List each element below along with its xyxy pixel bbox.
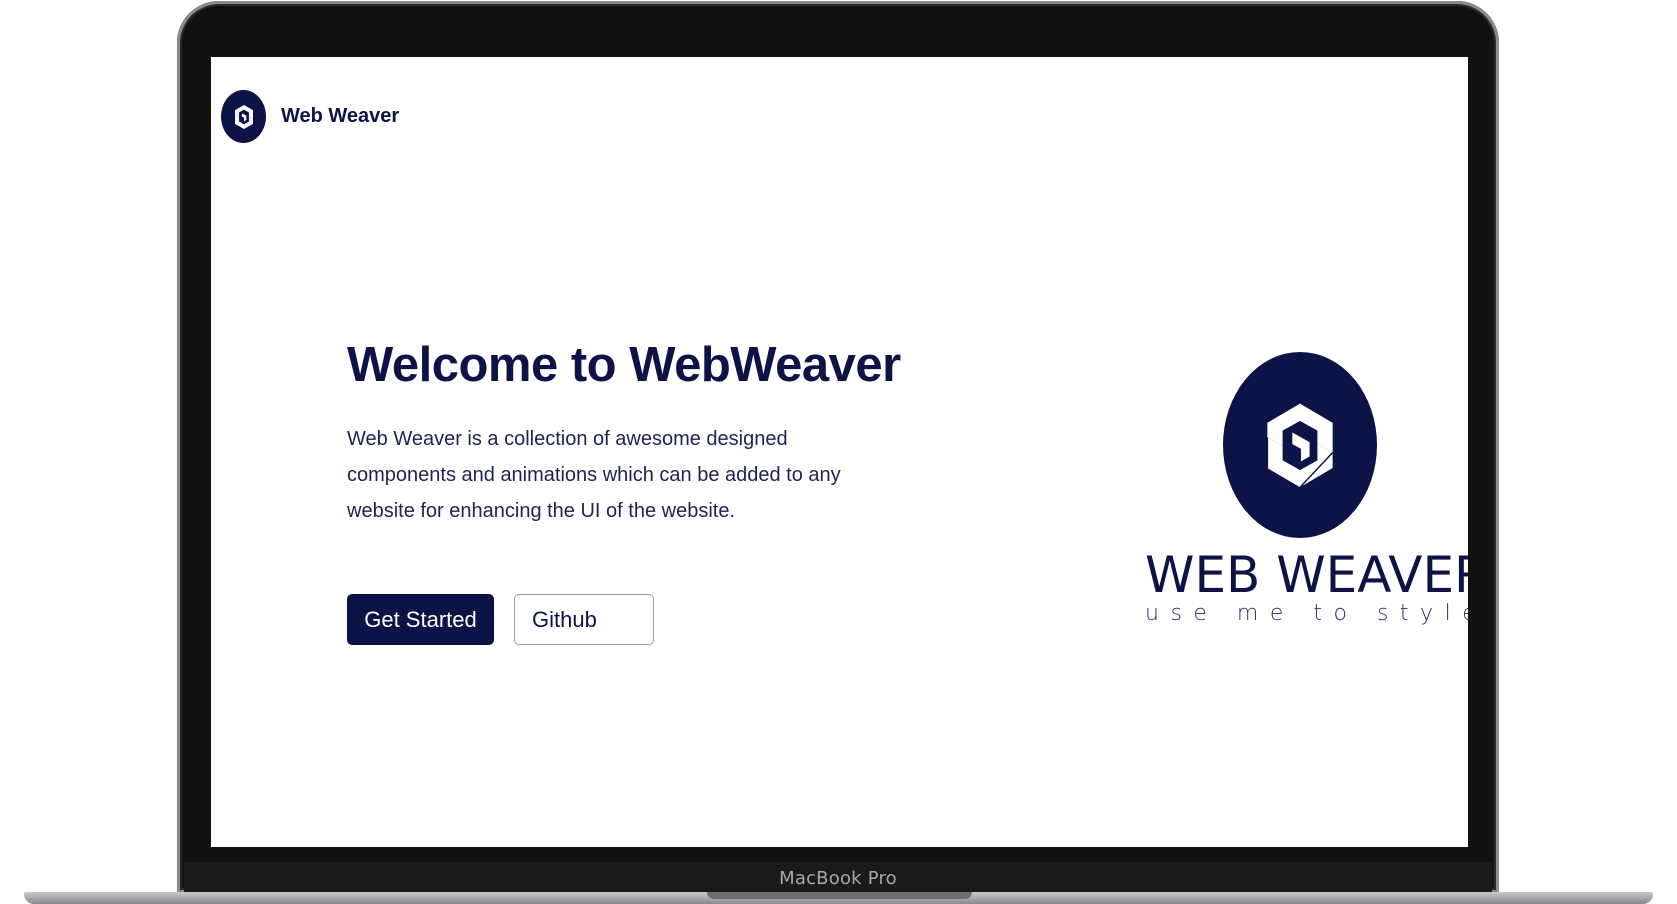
hero-section: Welcome to WebWeaver Web Weaver is a col… [347, 337, 907, 529]
hero-title: Welcome to WebWeaver [347, 338, 901, 392]
laptop-chin: MacBook Pro [184, 862, 1492, 894]
laptop-screen: Web Weaver Welcome to WebWeaver Web Weav… [211, 57, 1468, 847]
device-label: MacBook Pro [779, 868, 897, 889]
get-started-button[interactable]: Get Started [347, 594, 494, 645]
brand-logo-block: WEB WEAVER use me to style [1145, 352, 1468, 626]
brand-name: WEB WEAVER [1145, 546, 1468, 604]
web-weaver-logo-icon [1223, 352, 1377, 538]
hero-actions: Get Started Github [347, 594, 654, 645]
hero-description: Web Weaver is a collection of awesome de… [347, 428, 841, 522]
github-button[interactable]: Github [514, 594, 654, 645]
web-weaver-logo-icon[interactable] [221, 90, 266, 143]
laptop-notch [707, 892, 972, 899]
navbar: Web Weaver [221, 90, 399, 143]
site-title[interactable]: Web Weaver [281, 105, 399, 128]
brand-tagline: use me to style [1145, 601, 1468, 626]
device-mockup: Web Weaver Welcome to WebWeaver Web Weav… [0, 0, 1677, 904]
